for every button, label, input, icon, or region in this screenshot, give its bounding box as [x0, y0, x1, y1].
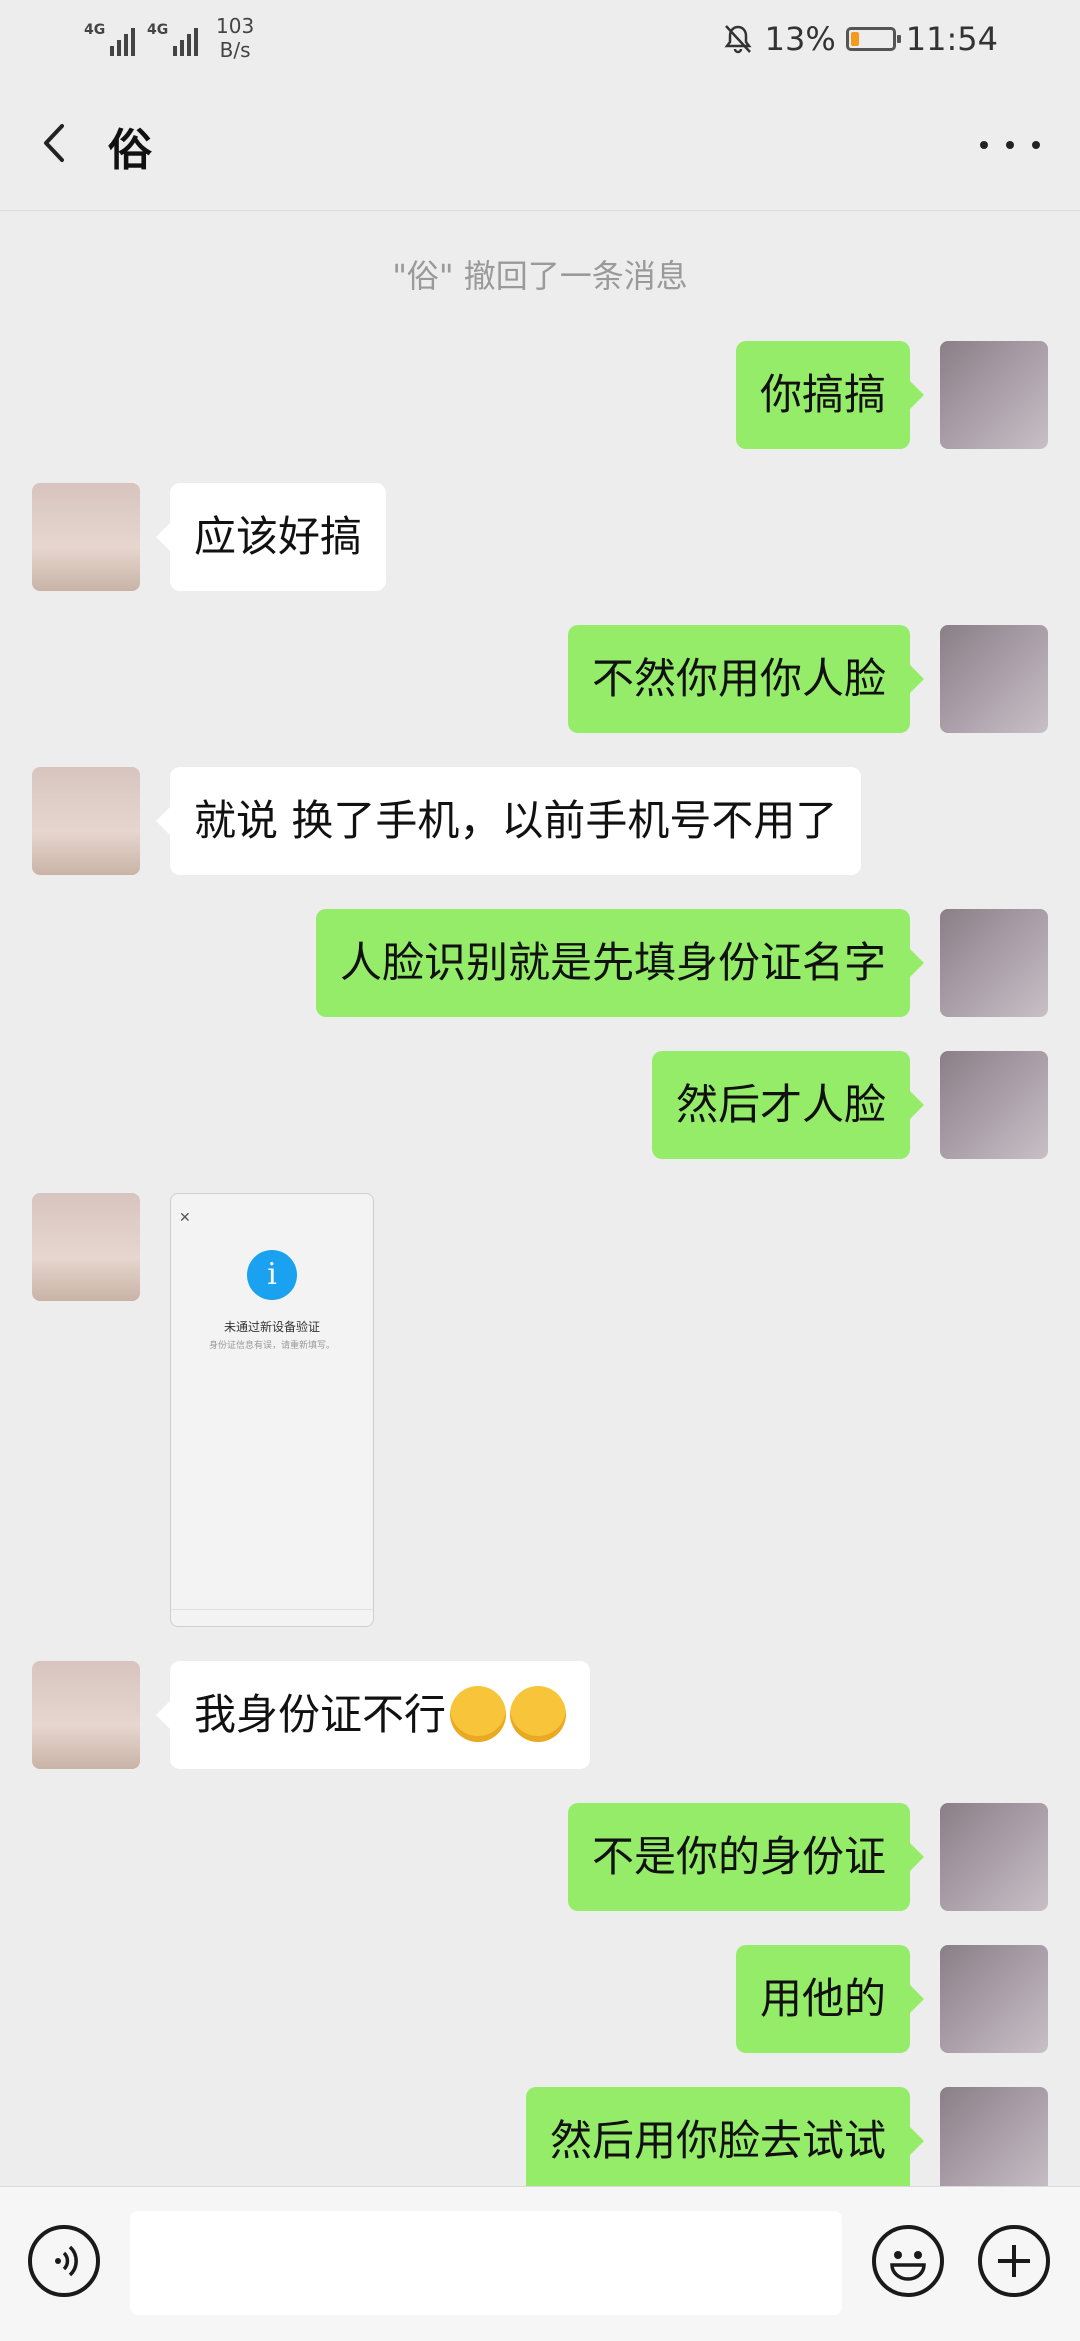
my-avatar[interactable]: [940, 1051, 1048, 1159]
battery-percent: 13%: [764, 20, 836, 58]
contact-message-bubble[interactable]: 就说 换了手机，以前手机号不用了: [155, 767, 862, 875]
network-type-label: 4G: [84, 22, 106, 38]
more-options-icon[interactable]: [980, 130, 1040, 160]
my-message-bubble[interactable]: 不是你的身份证: [567, 1803, 925, 1911]
face-with-tears-icon: [450, 1685, 507, 1742]
battery-fill: [850, 32, 859, 46]
my-message-bubble[interactable]: 用他的: [735, 1945, 925, 2053]
status-left: 4G 4G 103 B/s: [84, 14, 254, 62]
my-avatar[interactable]: [940, 1945, 1048, 2053]
message-input[interactable]: [130, 2211, 842, 2315]
contact-avatar[interactable]: [32, 1661, 140, 1769]
network-speed: 103 B/s: [216, 14, 254, 62]
chat-header: 俗: [0, 80, 1080, 211]
signal-icon: 4G: [84, 14, 135, 56]
face-with-tears-icon: [510, 1685, 567, 1742]
emoji-icon[interactable]: [872, 2225, 944, 2297]
contact-message-bubble[interactable]: 应该好搞: [155, 483, 387, 591]
my-message-bubble[interactable]: 不然你用你人脸: [567, 625, 925, 733]
my-avatar[interactable]: [940, 909, 1048, 1017]
image-subtitle: 身份证信息有误，请重新填写。: [208, 1341, 335, 1351]
back-arrow-icon[interactable]: [34, 118, 84, 168]
clock: 11:54: [905, 20, 998, 58]
contact-avatar[interactable]: [32, 767, 140, 875]
speed-value: 103: [216, 14, 255, 38]
network-type-label-2: 4G: [147, 22, 169, 38]
my-avatar[interactable]: [940, 2087, 1048, 2186]
speed-unit: B/s: [219, 38, 251, 62]
my-avatar[interactable]: [940, 625, 1048, 733]
my-message-bubble[interactable]: 你搞搞: [735, 341, 925, 449]
input-bar: [0, 2186, 1080, 2341]
image-nav-bar: [171, 1609, 373, 1626]
message-text: 我身份证不行: [194, 1690, 447, 1739]
image-title: 未通过新设备验证: [223, 1320, 320, 1334]
plus-icon[interactable]: [978, 2225, 1050, 2297]
mute-bell-icon: [724, 25, 752, 54]
contact-message-bubble[interactable]: 我身份证不行: [155, 1661, 591, 1769]
chat-area[interactable]: "俗" 撤回了一条消息 你搞搞 应该好搞 不然你用你人脸 就说 换了手机，以前手…: [0, 211, 1080, 2186]
my-avatar[interactable]: [940, 341, 1048, 449]
contact-avatar[interactable]: [32, 483, 140, 591]
screenshot-image-message[interactable]: ✕ i 未通过新设备验证 身份证信息有误，请重新填写。: [170, 1193, 374, 1627]
status-bar: 4G 4G 103 B/s 13% 11:54: [0, 0, 1080, 80]
chat-title: 俗: [108, 125, 152, 176]
voice-input-icon[interactable]: [28, 2225, 100, 2297]
my-avatar[interactable]: [940, 1803, 1048, 1911]
signal-icon-2: 4G: [147, 14, 198, 56]
recall-notice: "俗" 撤回了一条消息: [392, 257, 688, 295]
contact-avatar[interactable]: [32, 1193, 140, 1301]
my-message-bubble[interactable]: 人脸识别就是先填身份证名字: [315, 909, 925, 1017]
my-message-bubble[interactable]: 然后用你脸去试试: [525, 2087, 925, 2186]
close-icon: ✕: [179, 1210, 191, 1226]
battery-icon: [845, 27, 901, 51]
my-message-bubble[interactable]: 然后才人脸: [651, 1051, 925, 1159]
status-right: 13% 11:54: [721, 20, 998, 58]
info-icon: i: [247, 1250, 297, 1300]
